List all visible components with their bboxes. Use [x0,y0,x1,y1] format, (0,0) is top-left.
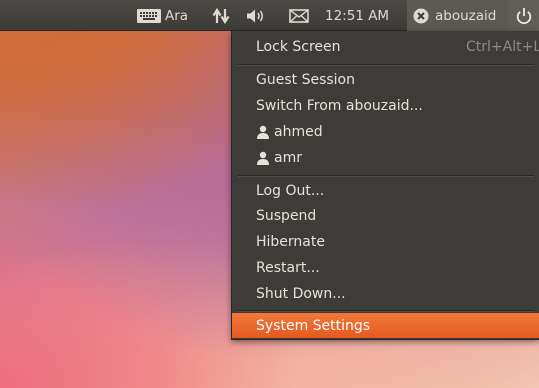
menu-item-suspend[interactable]: Suspend [232,203,539,229]
menu-item-system-settings[interactable]: System Settings [232,313,539,338]
menu-separator [238,64,534,66]
menu-item-restart[interactable]: Restart... [232,255,539,281]
menu-item-label: Shut Down... [256,286,346,302]
keyboard-layout-label: Ara [165,7,189,24]
lock-screen-shortcut: Ctrl+Alt+L [466,39,539,55]
menu-separator [238,175,534,177]
menu-item-guest-session[interactable]: Guest Session [232,67,539,93]
power-button[interactable] [508,0,539,31]
menu-item-label: Switch From abouzaid... [256,98,423,114]
menu-item-label: Lock Screen [256,39,341,55]
username-label: abouzaid [435,7,497,24]
menu-item-switch-user[interactable]: Switch From abouzaid... [232,93,539,119]
menu-item-label: amr [274,150,302,166]
menu-separator [238,310,534,312]
menu-item-user-ahmed[interactable]: ahmed [232,119,539,145]
power-icon [516,7,532,25]
clock[interactable]: 12:51 AM [325,0,389,31]
menu-item-lock-screen[interactable]: Lock Screen Ctrl+Alt+L [232,34,539,60]
menu-item-log-out[interactable]: Log Out... [232,178,539,204]
person-icon [256,125,270,139]
top-panel: Ara 12:51 AM abouzaid [0,0,539,31]
mail-icon[interactable] [289,0,309,31]
menu-item-label: Hibernate [256,234,325,250]
network-icon[interactable] [212,0,230,31]
menu-item-label: System Settings [256,317,371,334]
menu-item-label: ahmed [274,124,323,140]
menu-item-label: Restart... [256,260,320,276]
keyboard-indicator[interactable]: Ara [137,0,188,31]
menu-item-hibernate[interactable]: Hibernate [232,229,539,255]
session-menu: Lock Screen Ctrl+Alt+L Guest Session Swi… [231,31,539,340]
user-menu[interactable]: abouzaid [407,0,508,31]
keyboard-icon [137,8,161,23]
menu-item-shut-down[interactable]: Shut Down... [232,281,539,307]
volume-icon[interactable] [246,0,266,31]
menu-item-label: Suspend [256,208,317,224]
menu-item-label: Guest Session [256,72,355,88]
menu-item-user-amr[interactable]: amr [232,145,539,171]
menu-item-label: Log Out... [256,183,325,199]
person-icon [256,151,270,165]
user-status-icon [413,8,429,24]
